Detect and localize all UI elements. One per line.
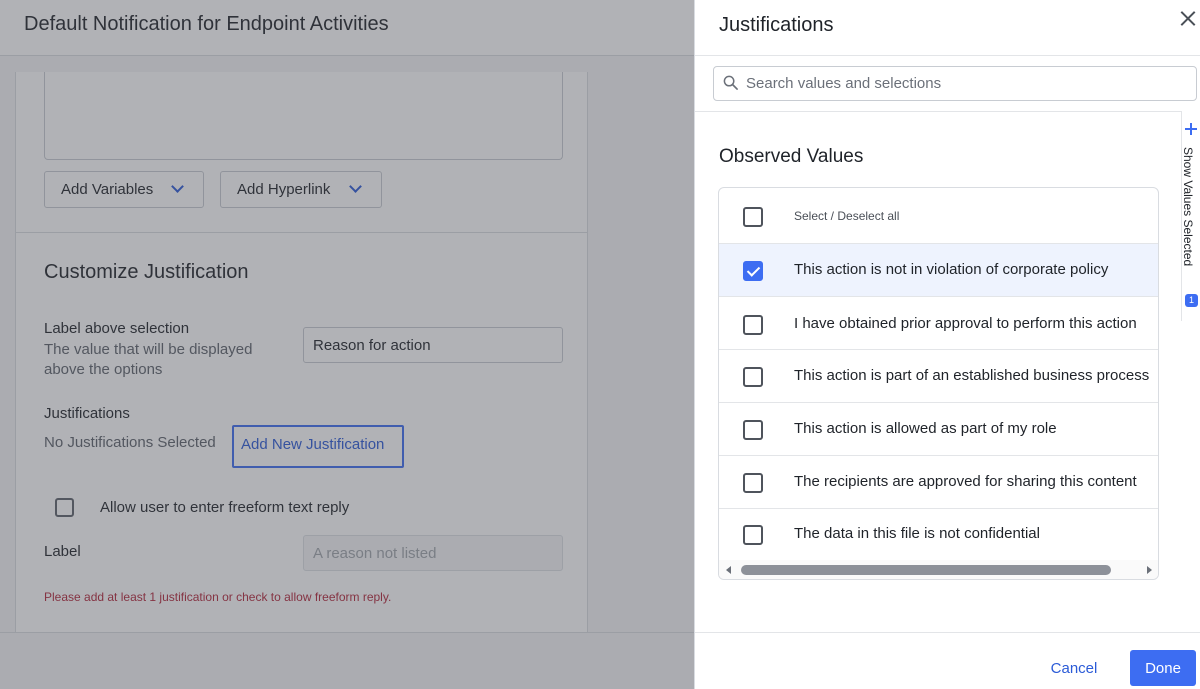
item-label: I have obtained prior approval to perfor… [794, 315, 1137, 332]
show-values-selected-tab[interactable]: Show Values Selected 1 [1181, 111, 1200, 321]
item-label: This action is not in violation of corpo… [794, 261, 1109, 278]
observed-values-table: Select / Deselect all This action is not… [718, 187, 1159, 580]
list-item[interactable]: This action is part of an established bu… [719, 350, 1158, 403]
item-label: This action is allowed as part of my rol… [794, 420, 1057, 437]
divider [695, 111, 1181, 112]
show-values-selected-label: Show Values Selected [1181, 147, 1195, 267]
item-label: The recipients are approved for sharing … [794, 473, 1137, 490]
item-label: The data in this file is not confidentia… [794, 525, 1040, 542]
scrollbar-thumb[interactable] [741, 565, 1111, 575]
scroll-left-icon[interactable] [726, 566, 731, 574]
search-input[interactable] [746, 67, 1186, 100]
done-button[interactable]: Done [1130, 650, 1196, 686]
scroll-right-icon[interactable] [1147, 566, 1152, 574]
close-icon[interactable] [1178, 9, 1198, 29]
list-item[interactable]: The data in this file is not confidentia… [719, 509, 1158, 560]
list-item[interactable]: This action is not in violation of corpo… [719, 244, 1158, 297]
item-checkbox[interactable] [743, 261, 763, 281]
divider [695, 632, 1200, 633]
selected-count-badge: 1 [1185, 294, 1198, 307]
list-item[interactable]: I have obtained prior approval to perfor… [719, 297, 1158, 350]
horizontal-scrollbar[interactable] [719, 560, 1158, 579]
plus-icon [1185, 123, 1197, 135]
item-checkbox[interactable] [743, 315, 763, 335]
divider [695, 55, 1200, 56]
list-item[interactable]: This action is allowed as part of my rol… [719, 403, 1158, 456]
item-checkbox[interactable] [743, 420, 763, 440]
search-field[interactable] [713, 66, 1197, 101]
list-item[interactable]: The recipients are approved for sharing … [719, 456, 1158, 509]
cancel-button[interactable]: Cancel [1037, 651, 1111, 685]
select-all-checkbox[interactable] [743, 207, 763, 227]
item-checkbox[interactable] [743, 367, 763, 387]
item-checkbox[interactable] [743, 525, 763, 545]
search-icon [723, 75, 738, 90]
item-checkbox[interactable] [743, 473, 763, 493]
justifications-panel: Justifications Observed Values Select / … [694, 0, 1200, 689]
panel-title: Justifications [719, 14, 834, 36]
item-label: This action is part of an established bu… [794, 367, 1150, 384]
observed-values-title: Observed Values [719, 146, 864, 167]
select-all-label: Select / Deselect all [794, 209, 900, 223]
select-all-row[interactable]: Select / Deselect all [719, 188, 1158, 244]
